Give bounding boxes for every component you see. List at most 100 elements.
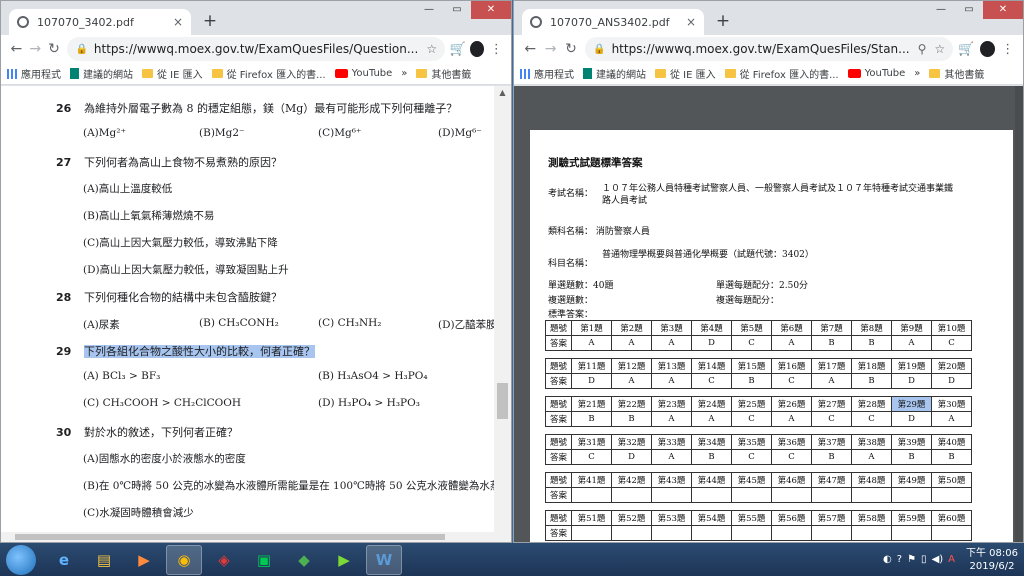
tab-question-pdf[interactable]: 107070_3402.pdf × bbox=[9, 9, 191, 35]
play-icon[interactable]: ▶ bbox=[326, 545, 362, 575]
pdf-viewer-left[interactable]: 26 為維持外層電子數為 8 的穩定組態，鎂（Mg）最有可能形成下列何種離子？ (… bbox=[1, 86, 511, 542]
avatar[interactable] bbox=[470, 41, 484, 57]
minimize-icon[interactable]: — bbox=[927, 1, 955, 19]
explorer-icon[interactable]: ▤ bbox=[86, 545, 122, 575]
line-icon[interactable]: ◆ bbox=[286, 545, 322, 575]
menu-icon[interactable]: ⋮ bbox=[488, 42, 505, 57]
minimize-icon[interactable]: — bbox=[415, 1, 443, 19]
horizontal-scrollbar[interactable] bbox=[1, 532, 494, 542]
selected-text[interactable]: 下列各組化合物之酸性大小的比較，何者正確？ bbox=[84, 345, 315, 358]
maximize-icon[interactable]: ▭ bbox=[443, 1, 471, 19]
menu-icon[interactable]: ⋮ bbox=[999, 42, 1018, 57]
clock[interactable]: 下午 08:06 2019/6/2 bbox=[966, 547, 1018, 573]
address-bar[interactable]: 🔒 https://wwwq.moex.gov.tw/ExamQuesFiles… bbox=[585, 37, 954, 61]
question-number-cell: 第13題 bbox=[651, 358, 692, 374]
question-number-cell: 第16題 bbox=[771, 358, 812, 374]
answer-table: 題號 第31題 第32題 第33題 第34題 第35題 第36題 第37題 第38題 第39題 第4… bbox=[545, 434, 972, 465]
bookmark-ie[interactable]: 從 IE 匯入 bbox=[142, 66, 203, 81]
option: (B) H₃AsO4 > H₃PO₄ bbox=[318, 370, 428, 382]
vertical-scrollbar[interactable]: ▲ bbox=[494, 86, 511, 542]
forward-icon[interactable]: → bbox=[540, 41, 560, 57]
clock-time: 下午 08:06 bbox=[966, 547, 1018, 559]
url-text[interactable]: https://wwwq.moex.gov.tw/ExamQuesFiles/S… bbox=[612, 42, 910, 56]
cart-extension-icon[interactable]: 🛒 bbox=[957, 42, 976, 57]
word-icon[interactable]: W bbox=[366, 544, 402, 575]
bookmark-youtube[interactable]: YouTube bbox=[334, 68, 392, 79]
tab-answer-pdf[interactable]: 107070_ANS3402.pdf × bbox=[522, 9, 704, 35]
option: (D)高山上因大氣壓力較低，導致凝固點上升 bbox=[83, 264, 289, 276]
question-number-cell: 第44題 bbox=[691, 472, 732, 488]
new-tab-button[interactable]: + bbox=[199, 11, 221, 33]
question-number-cell: 第58題 bbox=[851, 510, 892, 526]
star-icon[interactable]: ☆ bbox=[426, 42, 437, 56]
reload-icon[interactable]: ↻ bbox=[561, 41, 581, 57]
chrome-icon[interactable]: ◉ bbox=[166, 544, 202, 575]
youtube-icon bbox=[334, 69, 348, 78]
globe-icon bbox=[530, 16, 542, 28]
bookmark-apps[interactable]: 應用程式 bbox=[520, 66, 574, 81]
bookmark-suggested[interactable]: 建議的網站 bbox=[70, 66, 133, 81]
cart-extension-icon[interactable]: 🛒 bbox=[449, 42, 466, 57]
clock-date: 2019/6/2 bbox=[969, 560, 1015, 572]
question-number-cell: 第21題 bbox=[571, 396, 612, 412]
question-number-cell: 第41題 bbox=[571, 472, 612, 488]
bookmark-youtube[interactable]: YouTube bbox=[847, 68, 905, 79]
answer-cell: C bbox=[731, 449, 772, 465]
media-player-icon[interactable]: ▶ bbox=[126, 545, 162, 575]
network-icon[interactable]: ▯ bbox=[921, 554, 927, 565]
acrobat-icon[interactable]: A bbox=[948, 554, 955, 565]
star-icon[interactable]: ☆ bbox=[934, 42, 945, 56]
bookmark-ie[interactable]: 從 IE 匯入 bbox=[655, 66, 716, 81]
flag-icon[interactable]: ⚑ bbox=[907, 554, 916, 565]
maximize-icon[interactable]: ▭ bbox=[955, 1, 983, 19]
new-tab-button[interactable]: + bbox=[712, 11, 734, 33]
forward-icon[interactable]: → bbox=[26, 41, 45, 57]
url-text[interactable]: https://wwwq.moex.gov.tw/ExamQuesFiles/Q… bbox=[94, 42, 418, 56]
pdf-viewer-right[interactable]: 測驗式試題標準答案 考試名稱： １０７年公務人員特種考試警察人員、一般警察人員考… bbox=[514, 86, 1023, 542]
iqiyi-icon[interactable]: ▣ bbox=[246, 545, 282, 575]
answer-cell: D bbox=[891, 373, 932, 389]
tab-strip: 107070_3402.pdf × + — ▭ ✕ bbox=[1, 1, 511, 35]
tray-help-icon[interactable]: ? bbox=[897, 554, 902, 565]
scroll-up-icon[interactable]: ▲ bbox=[494, 86, 511, 100]
scroll-thumb[interactable] bbox=[497, 383, 508, 419]
search-icon[interactable]: ⚲ bbox=[918, 42, 927, 56]
game-icon[interactable]: ◈ bbox=[206, 545, 242, 575]
scroll-thumb[interactable] bbox=[15, 534, 445, 540]
option: (D)Mg⁶⁻ bbox=[438, 127, 482, 139]
reload-icon[interactable]: ↻ bbox=[45, 41, 64, 57]
volume-icon[interactable]: ◀) bbox=[932, 554, 944, 565]
bookmark-suggested[interactable]: 建議的網站 bbox=[583, 66, 646, 81]
folder-icon bbox=[416, 69, 428, 78]
header-question-label: 題號 bbox=[545, 472, 572, 488]
avatar[interactable] bbox=[979, 41, 995, 57]
folder-icon bbox=[211, 69, 223, 78]
address-bar[interactable]: 🔒 https://wwwq.moex.gov.tw/ExamQuesFiles… bbox=[67, 37, 446, 61]
close-window-icon[interactable]: ✕ bbox=[983, 1, 1023, 19]
question-number-cell: 第28題 bbox=[851, 396, 892, 412]
back-icon[interactable]: ← bbox=[7, 41, 26, 57]
close-window-icon[interactable]: ✕ bbox=[471, 1, 511, 19]
start-button[interactable] bbox=[6, 544, 36, 575]
tab-close-icon[interactable]: × bbox=[686, 15, 696, 29]
browser-toolbar: ← → ↻ 🔒 https://wwwq.moex.gov.tw/ExamQue… bbox=[1, 35, 511, 63]
answer-cell: D bbox=[931, 373, 972, 389]
question-number-cell: 第53題 bbox=[651, 510, 692, 526]
ie-icon[interactable]: e bbox=[46, 545, 82, 575]
answer-cell: C bbox=[731, 335, 772, 351]
bookmarks-more[interactable]: » bbox=[401, 68, 407, 79]
bookmarks-more[interactable]: » bbox=[914, 68, 920, 79]
bookmark-firefox[interactable]: 從 Firefox 匯入的書... bbox=[211, 66, 326, 81]
system-tray: ◐ ? ⚑ ▯ ◀) A 下午 08:06 2019/6/2 bbox=[883, 543, 1018, 576]
vertical-scrollbar[interactable] bbox=[1015, 86, 1023, 542]
back-icon[interactable]: ← bbox=[520, 41, 540, 57]
bookmark-apps[interactable]: 應用程式 bbox=[7, 66, 61, 81]
tray-app-icon[interactable]: ◐ bbox=[883, 554, 892, 565]
answer-cell: A bbox=[611, 373, 652, 389]
bookmark-other[interactable]: 其他書籤 bbox=[416, 66, 471, 81]
tab-close-icon[interactable]: × bbox=[173, 15, 183, 29]
option: (D) H₃PO₄ > H₃PO₃ bbox=[318, 397, 420, 409]
bookmark-other[interactable]: 其他書籤 bbox=[929, 66, 984, 81]
bookmark-firefox[interactable]: 從 Firefox 匯入的書... bbox=[724, 66, 839, 81]
header-question-label: 題號 bbox=[545, 434, 572, 450]
